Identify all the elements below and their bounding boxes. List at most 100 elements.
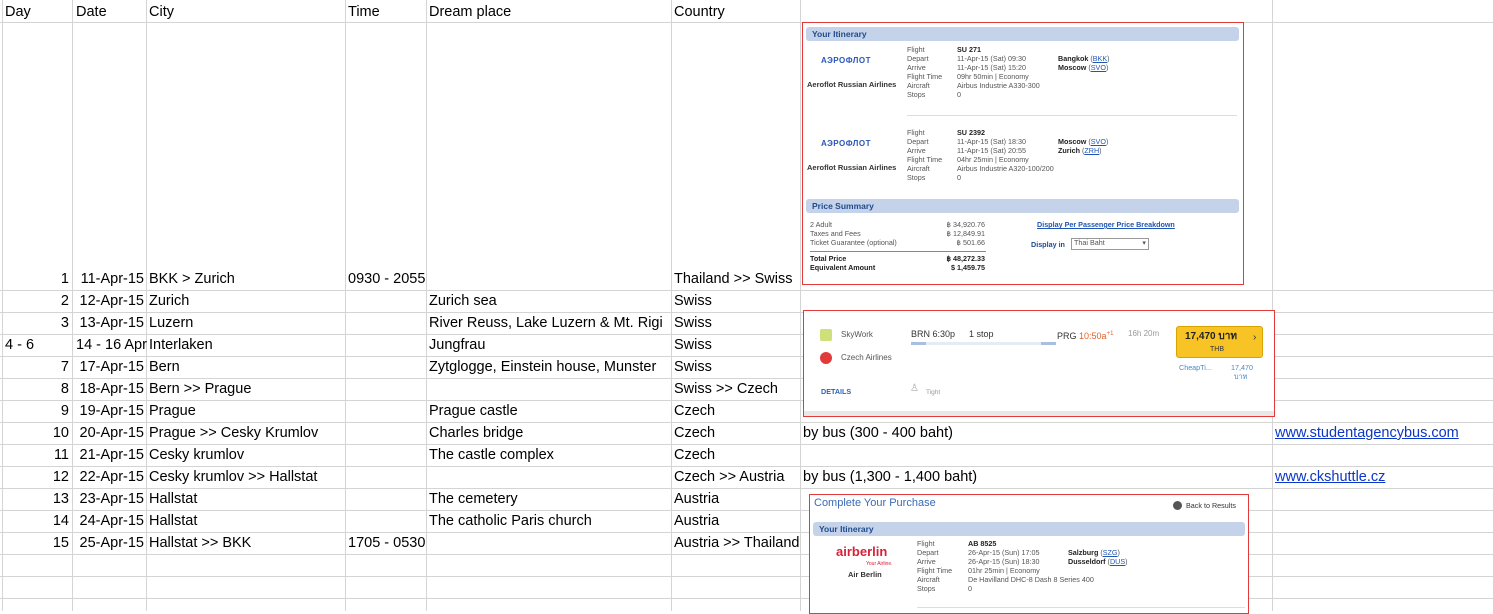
- cell-day[interactable]: 2: [3, 291, 69, 311]
- cell-city[interactable]: Hallstat: [149, 489, 197, 509]
- cell-country[interactable]: Austria: [674, 511, 719, 531]
- cell-date[interactable]: 25-Apr-15: [73, 533, 144, 553]
- cell-dream-place[interactable]: Charles bridge: [429, 423, 523, 443]
- cell-country[interactable]: Czech >> Austria: [674, 467, 784, 487]
- cell-date[interactable]: 18-Apr-15: [73, 379, 144, 399]
- header-city[interactable]: City: [149, 2, 174, 22]
- airberlin-tagline: Your Airline.: [866, 561, 893, 567]
- cell-dream-place[interactable]: Zurich sea: [429, 291, 497, 311]
- header-day[interactable]: Day: [5, 2, 31, 22]
- leg1-labels: Flight Depart Arrive Flight Time Aircraft Sto…: [907, 45, 943, 99]
- cell-city[interactable]: Bern >> Prague: [149, 379, 251, 399]
- total-values: ฿ 48,272.33 $ 1,459.75: [946, 254, 985, 272]
- display-in-label: Display in: [1031, 240, 1065, 249]
- cell-country[interactable]: Czech: [674, 401, 715, 421]
- cell-day[interactable]: 10: [3, 423, 69, 443]
- cell-date[interactable]: 13-Apr-15: [73, 313, 144, 333]
- cell-time[interactable]: 0930 - 2055: [348, 269, 425, 289]
- cell-country[interactable]: Austria: [674, 489, 719, 509]
- cell-country[interactable]: Swiss: [674, 357, 712, 377]
- cell-dream-place[interactable]: Zytglogge, Einstein house, Munster: [429, 357, 656, 377]
- cell-date[interactable]: 20-Apr-15: [73, 423, 144, 443]
- provider-link[interactable]: CheapTi...: [1179, 363, 1212, 373]
- cell-country[interactable]: Czech: [674, 445, 715, 465]
- details-link[interactable]: DETAILS: [821, 387, 851, 397]
- header-date[interactable]: Date: [76, 2, 107, 22]
- price-summary-bar: Price Summary: [806, 199, 1239, 213]
- cell-date[interactable]: 11-Apr-15: [73, 269, 144, 289]
- cell-link[interactable]: www.studentagencybus.com: [1275, 423, 1459, 443]
- cell-day[interactable]: 12: [3, 467, 69, 487]
- header-time[interactable]: Time: [348, 2, 380, 22]
- cell-day[interactable]: 8: [3, 379, 69, 399]
- cell-country[interactable]: Swiss: [674, 335, 712, 355]
- header-country[interactable]: Country: [674, 2, 725, 22]
- cell-link[interactable]: www.ckshuttle.cz: [1275, 467, 1385, 487]
- aeroflot-logo-icon: АЭРОФЛОТ: [821, 56, 871, 65]
- cell-day[interactable]: 4 - 6: [5, 335, 34, 355]
- row-gridline: [0, 598, 1493, 599]
- cell-day[interactable]: 3: [3, 313, 69, 333]
- price-button[interactable]: 17,470 บาท THB ›: [1176, 326, 1263, 358]
- cell-date[interactable]: 24-Apr-15: [73, 511, 144, 531]
- cell-date[interactable]: 22-Apr-15: [73, 467, 144, 487]
- cell-date[interactable]: 19-Apr-15: [73, 401, 144, 421]
- cell-country[interactable]: Czech: [674, 423, 715, 443]
- cell-city[interactable]: Luzern: [149, 313, 193, 333]
- leg2-values: SU 2392 11-Apr-15 (Sat) 18:30 11-Apr-15 (S…: [957, 128, 1054, 182]
- cell-country[interactable]: Austria >> Thailand: [674, 533, 799, 553]
- cell-city[interactable]: Hallstat >> BKK: [149, 533, 251, 553]
- back-arrow-icon[interactable]: [1173, 501, 1182, 510]
- cell-date[interactable]: 17-Apr-15: [73, 357, 144, 377]
- row-gridline: [0, 576, 1493, 577]
- cell-city[interactable]: Cesky krumlov: [149, 445, 244, 465]
- cell-city[interactable]: Prague: [149, 401, 196, 421]
- price-breakdown-link[interactable]: Display Per Passenger Price Breakdown: [1037, 220, 1175, 230]
- cell-date[interactable]: 21-Apr-15: [73, 445, 144, 465]
- cell-day[interactable]: 13: [3, 489, 69, 509]
- cell-country[interactable]: Swiss: [674, 313, 712, 333]
- airline-name: Air Berlin: [848, 570, 882, 579]
- currency-select[interactable]: Thai Baht ▾: [1071, 238, 1149, 250]
- cell-city[interactable]: Cesky krumlov >> Hallstat: [149, 467, 317, 487]
- header-dream-place[interactable]: Dream place: [429, 2, 511, 22]
- divider: [917, 607, 1245, 608]
- airberlin-logo-icon: airberlin: [836, 544, 888, 559]
- cell-dream-place[interactable]: Jungfrau: [429, 335, 485, 355]
- back-to-results-link[interactable]: Back to Results: [1186, 501, 1236, 511]
- cell-city[interactable]: BKK > Zurich: [149, 269, 235, 289]
- cell-country[interactable]: Swiss >> Czech: [674, 379, 778, 399]
- cell-day[interactable]: 14: [3, 511, 69, 531]
- cell-city[interactable]: Bern: [149, 357, 180, 377]
- itinerary-bar: Your Itinerary: [806, 27, 1239, 41]
- cell-dream-place[interactable]: The cemetery: [429, 489, 518, 509]
- arrival: PRG 10:50a+1: [1057, 331, 1114, 341]
- cell-city[interactable]: Hallstat: [149, 511, 197, 531]
- column-gridline: [146, 0, 147, 611]
- cell-note[interactable]: by bus (1,300 - 1,400 baht): [803, 467, 977, 487]
- itinerary-bar: Your Itinerary: [813, 522, 1245, 536]
- cell-note[interactable]: by bus (300 - 400 baht): [803, 423, 953, 443]
- stops: 1 stop: [969, 329, 994, 339]
- cell-country[interactable]: Swiss: [674, 291, 712, 311]
- cell-country[interactable]: Thailand >> Swiss: [674, 269, 792, 289]
- cell-time[interactable]: 1705 - 0530: [348, 533, 425, 553]
- cell-day[interactable]: 9: [3, 401, 69, 421]
- cell-day[interactable]: 15: [3, 533, 69, 553]
- cell-dream-place[interactable]: River Reuss, Lake Luzern & Mt. Rigi: [429, 313, 663, 333]
- cell-date[interactable]: 23-Apr-15: [73, 489, 144, 509]
- cell-day[interactable]: 1: [3, 269, 69, 289]
- airline-skywork: SkyWork: [841, 330, 873, 339]
- chevron-down-icon: ▾: [1142, 238, 1146, 247]
- cell-dream-place[interactable]: The catholic Paris church: [429, 511, 592, 531]
- cell-dream-place[interactable]: The castle complex: [429, 445, 554, 465]
- cell-date[interactable]: 12-Apr-15: [73, 291, 144, 311]
- cell-city[interactable]: Zurich: [149, 291, 189, 311]
- spreadsheet-grid: Day Date City Time Dream place Country 1…: [0, 0, 1493, 611]
- cell-dream-place[interactable]: Prague castle: [429, 401, 518, 421]
- cell-city[interactable]: Prague >> Cesky Krumlov: [149, 423, 318, 443]
- cell-date[interactable]: 14 - 16 Apr: [76, 335, 147, 355]
- cell-day[interactable]: 7: [3, 357, 69, 377]
- cell-day[interactable]: 11: [3, 445, 69, 465]
- cell-city[interactable]: Interlaken: [149, 335, 213, 355]
